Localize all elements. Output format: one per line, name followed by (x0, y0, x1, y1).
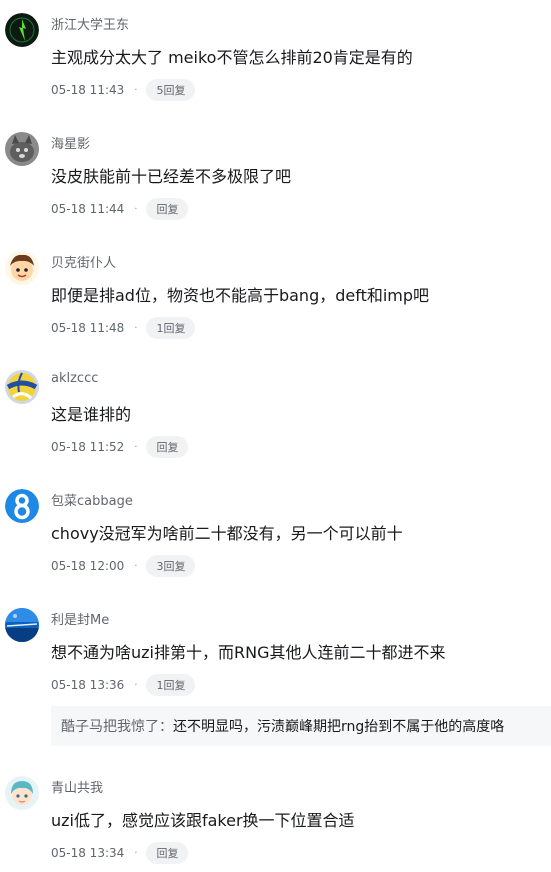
reply-button[interactable]: 回复 (146, 436, 189, 458)
comment-text: chovy没冠军为啥前二十都没有，另一个可以前十 (51, 524, 403, 543)
comment-meta: 05-18 11:43 · 5回复 (51, 79, 196, 101)
anime-character-avatar-icon[interactable] (5, 776, 39, 810)
separator-dot: · (134, 84, 138, 96)
reply-button[interactable]: 1回复 (146, 674, 196, 696)
separator-dot: · (134, 679, 138, 691)
separator-dot: · (134, 441, 138, 453)
comment-time: 05-18 13:34 (51, 846, 125, 860)
comment-text: 没皮肤能前十已经差不多极限了吧 (51, 167, 292, 186)
dark-flame-avatar-icon[interactable] (5, 13, 39, 47)
comment-text: 即便是排ad位，物资也不能高于bang，deft和imp吧 (51, 286, 430, 305)
sub-reply-preview[interactable]: 酷子马把我惊了： 还不明显吗，污渍巅峰期把rng抬到不属于他的高度咯 (51, 706, 551, 746)
comment-time: 05-18 12:00 (51, 559, 125, 573)
sub-reply-username[interactable]: 酷子马把我惊了： (61, 716, 173, 736)
comment-text: 这是谁排的 (51, 405, 132, 424)
cat-avatar-icon[interactable] (5, 132, 39, 166)
comment-username[interactable]: aklzccc (51, 371, 98, 386)
comment-time: 05-18 13:36 (51, 678, 125, 692)
reply-button[interactable]: 5回复 (146, 79, 196, 101)
separator-dot: · (134, 847, 138, 859)
comment-username[interactable]: 浙江大学王东 (51, 14, 129, 33)
separator-dot: · (134, 322, 138, 334)
comment-username[interactable]: 利是封Me (51, 609, 109, 628)
comment-time: 05-18 11:44 (51, 202, 125, 216)
reply-button[interactable]: 1回复 (146, 317, 196, 339)
comment-meta: 05-18 11:44 · 回复 (51, 198, 189, 220)
comment-username[interactable]: 贝克街仆人 (51, 252, 116, 271)
comment-text: 主观成分太大了 meiko不管怎么排前20肯定是有的 (51, 48, 413, 67)
comment-text: 想不通为啥uzi排第十，而RNG其他人连前二十都进不来 (51, 643, 446, 662)
comment-meta: 05-18 11:48 · 1回复 (51, 317, 196, 339)
reply-button[interactable]: 3回复 (146, 555, 196, 577)
volleyball-avatar-icon[interactable] (5, 370, 39, 404)
comment-time: 05-18 11:43 (51, 83, 125, 97)
comment-text: uzi低了，感觉应该跟faker换一下位置合适 (51, 811, 355, 830)
separator-dot: · (134, 560, 138, 572)
comment-username[interactable]: 海星影 (51, 133, 90, 152)
comment-meta: 05-18 12:00 · 3回复 (51, 555, 196, 577)
comment-username[interactable]: 包菜cabbage (51, 490, 133, 509)
reply-button[interactable]: 回复 (146, 198, 189, 220)
blue-eight-avatar-icon[interactable] (5, 489, 39, 523)
comment-meta: 05-18 13:36 · 1回复 (51, 674, 196, 696)
comment-meta: 05-18 13:34 · 回复 (51, 842, 189, 864)
comment-username[interactable]: 青山共我 (51, 777, 103, 796)
comment-time: 05-18 11:48 (51, 321, 125, 335)
separator-dot: · (134, 203, 138, 215)
comment-time: 05-18 11:52 (51, 440, 125, 454)
comment-meta: 05-18 11:52 · 回复 (51, 436, 189, 458)
reply-button[interactable]: 回复 (146, 842, 189, 864)
blue-sky-avatar-icon[interactable] (5, 608, 39, 642)
cartoon-boy-avatar-icon[interactable] (5, 251, 39, 285)
sub-reply-text: 还不明显吗，污渍巅峰期把rng抬到不属于他的高度咯 (173, 719, 505, 735)
